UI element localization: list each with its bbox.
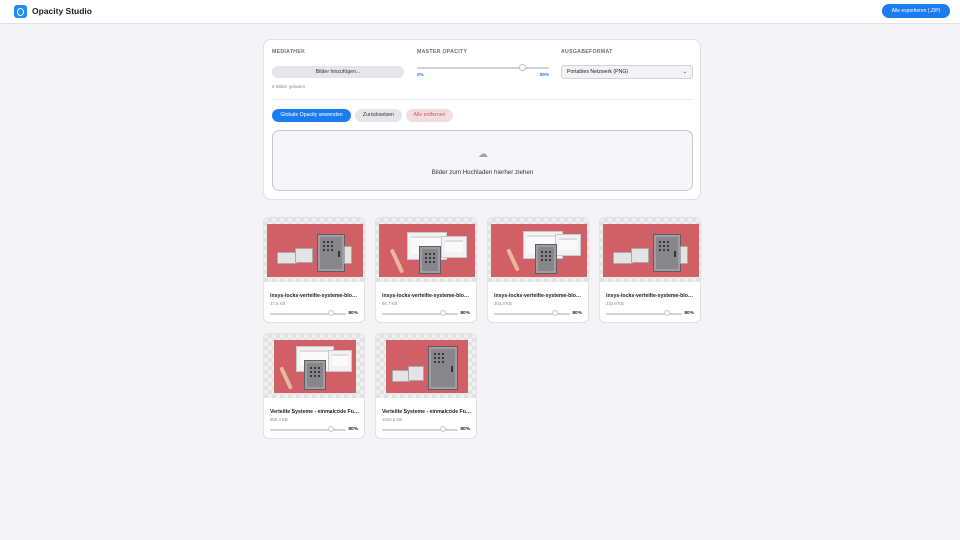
image-thumbnail	[376, 218, 476, 282]
image-opacity-thumb[interactable]	[439, 310, 446, 316]
output-format-title: AUSGABEFORMAT	[561, 49, 613, 55]
cloud-upload-icon: ☁	[478, 149, 488, 160]
image-name: insys-locks-verteilte-systeme-blog.jpg	[494, 293, 584, 299]
image-card[interactable]: insys-locks-verteilte-systeme-blog2-... …	[263, 217, 365, 323]
divider	[272, 99, 693, 100]
apply-global-opacity-button[interactable]: Globale Opacity anwenden	[272, 109, 351, 122]
image-card[interactable]: insys-locks-verteilte-systeme-blog2... 2…	[599, 217, 701, 323]
upload-dropzone[interactable]: ☁ Bilder zum Hochladen hierher ziehen	[272, 130, 693, 191]
image-card[interactable]: insys-locks-verteilte-systeme-blog-... 9…	[375, 217, 477, 323]
remove-all-button[interactable]: Alle entfernen	[406, 109, 453, 122]
reset-button[interactable]: Zurücksetzen	[355, 109, 402, 122]
master-opacity-title: MASTER OPACITY	[417, 49, 468, 55]
image-size: 958.3 KB	[270, 417, 288, 422]
image-opacity-label: 80%	[572, 311, 582, 316]
image-opacity-label: 80%	[460, 311, 470, 316]
image-opacity-thumb[interactable]	[551, 310, 558, 316]
master-opacity-slider[interactable]	[417, 64, 549, 71]
output-format-select[interactable]: Portables Netzwerk (PNG) ⌄	[561, 65, 693, 79]
image-size: 47.6 KB	[270, 301, 286, 306]
image-size: 94.7 KB	[382, 301, 398, 306]
image-size: 303.4 KB	[494, 301, 512, 306]
image-thumbnail	[376, 334, 476, 398]
image-opacity-thumb[interactable]	[663, 310, 670, 316]
master-opacity-min-label: 0%	[417, 72, 424, 77]
master-opacity-thumb[interactable]	[519, 64, 527, 71]
image-opacity-thumb[interactable]	[439, 426, 446, 432]
image-name: insys-locks-verteilte-systeme-blog-...	[382, 293, 472, 299]
image-opacity-slider[interactable]	[606, 310, 682, 316]
image-opacity-label: 80%	[684, 311, 694, 316]
app-title: Opacity Studio	[32, 6, 92, 16]
library-title: MEDIATHEK	[272, 49, 306, 55]
image-size: 232.6 KB	[606, 301, 624, 306]
image-opacity-label: 80%	[348, 427, 358, 432]
controls-panel: MEDIATHEK Bilder hinzufügen... 6 Bilder …	[263, 39, 701, 200]
output-format-value: Portables Netzwerk (PNG)	[567, 69, 629, 75]
image-count-text: 6 Bilder geladen	[272, 84, 306, 89]
image-opacity-slider[interactable]	[382, 310, 458, 316]
image-thumbnail	[600, 218, 700, 282]
image-name: Verteilte Systeme - einmalcode Funk...	[382, 409, 472, 415]
image-opacity-slider[interactable]	[270, 310, 346, 316]
image-opacity-slider[interactable]	[382, 426, 458, 432]
image-opacity-slider[interactable]	[494, 310, 570, 316]
image-opacity-thumb[interactable]	[327, 426, 334, 432]
image-opacity-label: 80%	[460, 427, 470, 432]
image-thumbnail	[264, 334, 364, 398]
top-bar: Opacity Studio Alle exportieren (.ZIP)	[0, 0, 960, 24]
droplet-logo-icon	[14, 5, 27, 18]
export-all-button[interactable]: Alle exportieren (.ZIP)	[882, 4, 950, 18]
image-size: 1019.8 KB	[382, 417, 403, 422]
master-opacity-max-label: 80%	[540, 72, 550, 77]
dropzone-text: Bilder zum Hochladen hierher ziehen	[431, 169, 534, 176]
image-thumbnail	[264, 218, 364, 282]
chevron-down-icon: ⌄	[682, 69, 687, 75]
image-opacity-slider[interactable]	[270, 426, 346, 432]
image-name: insys-locks-verteilte-systeme-blog2...	[606, 293, 696, 299]
image-card[interactable]: Verteilte Systeme - einmalcode Funk... 1…	[375, 333, 477, 439]
image-name: insys-locks-verteilte-systeme-blog2-...	[270, 293, 360, 299]
image-card[interactable]: Verteilte Systeme - einmalcode Funk... 9…	[263, 333, 365, 439]
add-images-button[interactable]: Bilder hinzufügen...	[272, 66, 404, 78]
image-opacity-thumb[interactable]	[327, 310, 334, 316]
image-card[interactable]: insys-locks-verteilte-systeme-blog.jpg 3…	[487, 217, 589, 323]
image-opacity-label: 80%	[348, 311, 358, 316]
image-name: Verteilte Systeme - einmalcode Funk...	[270, 409, 360, 415]
image-thumbnail	[488, 218, 588, 282]
